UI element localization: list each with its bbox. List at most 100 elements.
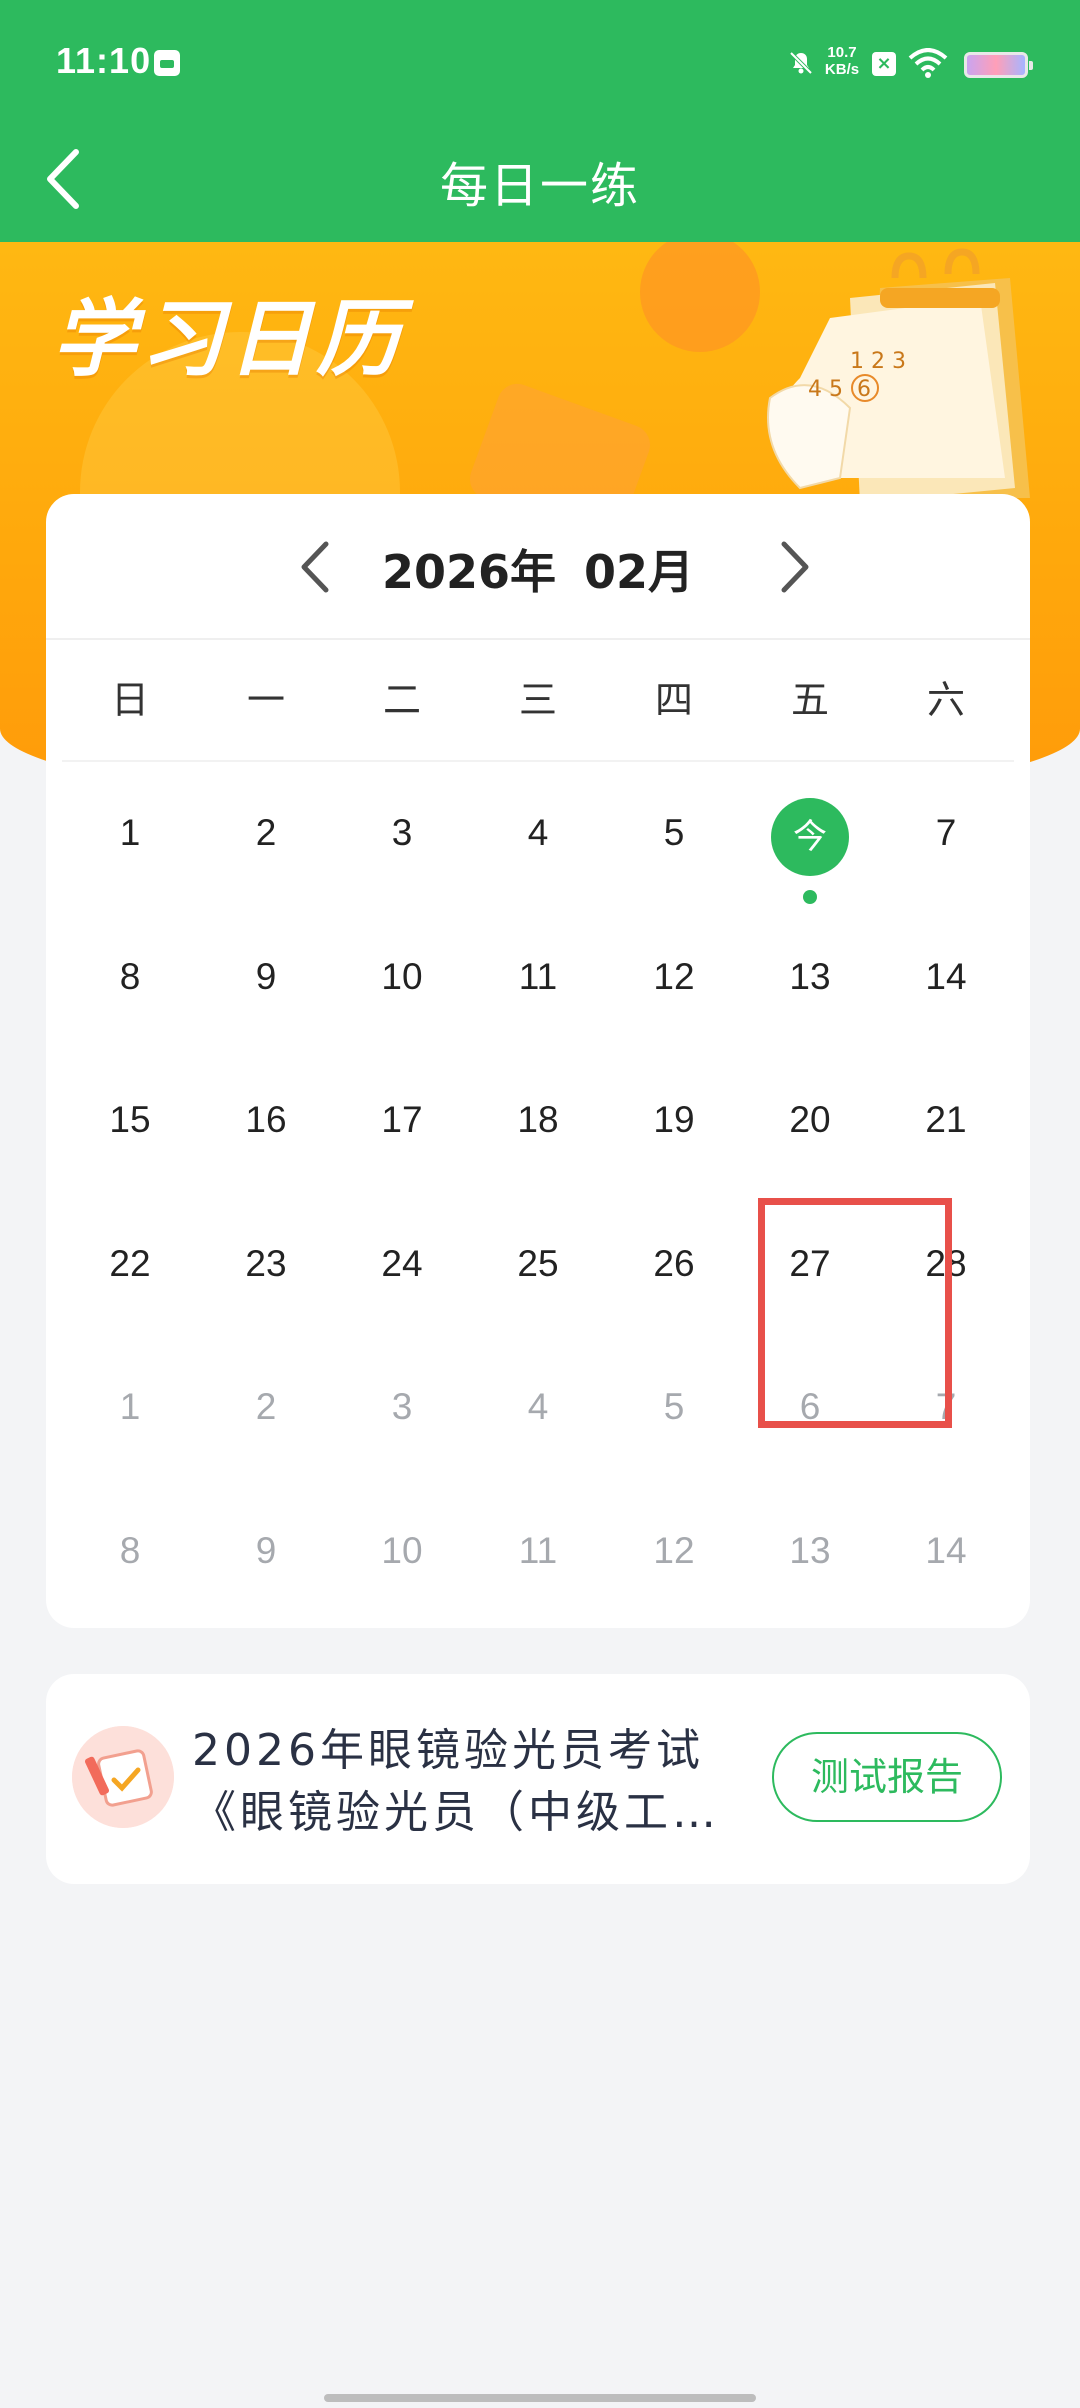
day-number: 5 (663, 812, 685, 853)
next-month-chevron-icon[interactable] (758, 532, 828, 602)
day-cell[interactable]: 23 (198, 1197, 334, 1341)
day-number: 18 (517, 1099, 559, 1140)
next-month-day-cell[interactable]: 4 (470, 1340, 606, 1484)
day-number: 1 (119, 1386, 141, 1427)
day-number: 19 (653, 1099, 695, 1140)
day-cell[interactable]: 12 (606, 910, 742, 1054)
calendar-card: 2026年02月 日一二三四五六 123456今7891011121314151… (46, 494, 1030, 1628)
weekday-label: 三 (518, 678, 557, 722)
day-cell[interactable]: 15 (62, 1053, 198, 1197)
notification-app-icon (154, 50, 180, 76)
today-badge: 今 (771, 798, 849, 876)
status-bar: 11:10 10.7 KB/s × (0, 0, 1080, 126)
day-number: 24 (381, 1242, 423, 1284)
year-label: 2026年 (381, 545, 556, 599)
day-number: 13 (789, 1529, 831, 1571)
day-cell[interactable]: 13 (742, 910, 878, 1054)
calendar-week-row: 1 2 3 4 5 6今 7 (62, 766, 1014, 910)
weekday-label: 四 (654, 678, 693, 722)
next-month-day-cell[interactable]: 2 (198, 1340, 334, 1484)
day-cell[interactable]: 24 (334, 1197, 470, 1341)
practice-done-dot (803, 890, 817, 904)
exam-checklist-icon (72, 1726, 174, 1828)
weekday-label: 五 (790, 678, 829, 722)
svg-text:1 2 3: 1 2 3 (850, 349, 906, 374)
day-number: 9 (255, 1529, 277, 1571)
day-number: 10 (381, 1529, 423, 1571)
day-number: 8 (119, 955, 141, 997)
battery-icon (964, 52, 1033, 78)
day-number: 16 (245, 1099, 287, 1140)
day-number: 8 (119, 1529, 141, 1571)
next-month-day-cell[interactable]: 3 (334, 1340, 470, 1484)
weekday-header: 日一二三四五六 (62, 640, 1014, 762)
day-number: 5 (663, 1386, 685, 1427)
next-month-day-cell[interactable]: 13 (742, 1484, 878, 1628)
day-cell[interactable]: 11 (470, 910, 606, 1054)
day-cell[interactable]: 17 (334, 1053, 470, 1197)
day-number: 26 (653, 1242, 695, 1284)
day-cell[interactable]: 26 (606, 1197, 742, 1341)
day-cell[interactable]: 16 (198, 1053, 334, 1197)
day-cell[interactable]: 18 (470, 1053, 606, 1197)
day-cell[interactable]: 7 (878, 766, 1014, 910)
exam-card[interactable]: 2026年眼镜验光员考试 《眼镜验光员（中级工… 测试报告 (46, 1674, 1030, 1884)
day-number: 7 (935, 812, 957, 853)
next-month-day-cell[interactable]: 1 (62, 1340, 198, 1484)
day-number: 2 (255, 812, 277, 853)
weekday-label: 日 (110, 678, 149, 722)
day-number: 17 (381, 1099, 423, 1140)
network-speed-value: 10.7 (827, 44, 857, 61)
day-cell[interactable]: 20 (742, 1053, 878, 1197)
top-bar: 每日一练 (0, 126, 1080, 242)
day-cell[interactable]: 8 (62, 910, 198, 1054)
day-cell[interactable]: 10 (334, 910, 470, 1054)
next-month-day-cell[interactable]: 14 (878, 1484, 1014, 1628)
next-month-day-cell[interactable]: 9 (198, 1484, 334, 1628)
next-month-day-cell[interactable]: 5 (606, 1340, 742, 1484)
day-cell[interactable]: 3 (334, 766, 470, 910)
day-number: 12 (653, 955, 695, 997)
day-cell[interactable]: 25 (470, 1197, 606, 1341)
next-month-day-cell[interactable]: 8 (62, 1484, 198, 1628)
month-value: 02月 (584, 545, 695, 599)
exam-title-line1: 2026年眼镜验光员考试 (192, 1725, 704, 1776)
day-number: 10 (381, 955, 423, 997)
day-cell[interactable]: 9 (198, 910, 334, 1054)
bell-mute-icon (789, 51, 813, 75)
day-number: 23 (245, 1242, 287, 1284)
network-speed-unit: KB/s (824, 61, 860, 78)
day-cell[interactable]: 21 (878, 1053, 1014, 1197)
day-number: 4 (527, 812, 549, 853)
exam-title: 2026年眼镜验光员考试 《眼镜验光员（中级工… (192, 1720, 782, 1844)
today-day-cell[interactable]: 6今 (742, 766, 878, 910)
page-title: 每日一练 (439, 158, 640, 214)
month-navigator: 2026年 02月 (46, 494, 1030, 640)
day-cell[interactable]: 1 (62, 766, 198, 910)
day-number: 11 (518, 1529, 558, 1571)
network-speed: 10.7 KB/s (820, 44, 864, 78)
day-number: 9 (255, 955, 277, 997)
month-label: 2026年 02月 (46, 536, 1030, 602)
test-report-button[interactable]: 测试报告 (772, 1732, 1002, 1822)
next-month-day-cell[interactable]: 10 (334, 1484, 470, 1628)
next-month-day-cell[interactable]: 12 (606, 1484, 742, 1628)
day-cell[interactable]: 2 (198, 766, 334, 910)
exam-title-line2: 《眼镜验光员（中级工… (192, 1787, 720, 1838)
day-cell[interactable]: 4 (470, 766, 606, 910)
day-number: 15 (109, 1099, 151, 1140)
day-cell[interactable]: 22 (62, 1197, 198, 1341)
home-indicator[interactable] (324, 2394, 756, 2402)
day-cell[interactable]: 5 (606, 766, 742, 910)
calendar-week-row: 8 9 10 11 12 13 14 (62, 910, 1014, 1054)
next-month-day-cell[interactable]: 11 (470, 1484, 606, 1628)
day-cell[interactable]: 14 (878, 910, 1014, 1054)
calendar-illustration-icon: 1 2 3 4 5 6 (767, 248, 1030, 503)
calendar-week-row: 15 16 17 18 19 20 21 (62, 1053, 1014, 1197)
day-number: 21 (925, 1099, 967, 1140)
svg-text:6: 6 (857, 377, 871, 402)
day-number: 11 (518, 955, 558, 997)
day-number: 22 (109, 1242, 151, 1284)
calendar-grid: 123456今789101112131415161718192021222324… (62, 766, 1014, 1627)
day-cell[interactable]: 19 (606, 1053, 742, 1197)
